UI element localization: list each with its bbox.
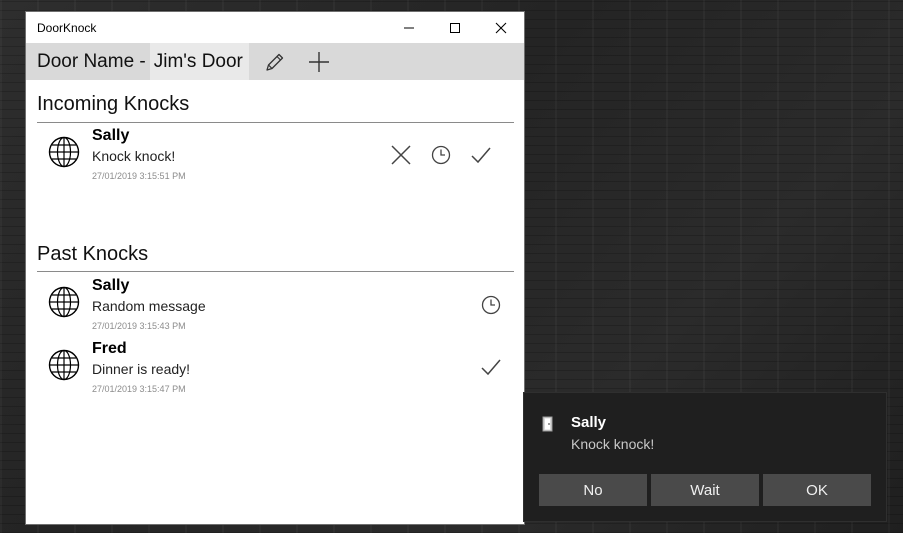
- divider: [37, 122, 514, 123]
- door-icon: [542, 416, 553, 432]
- minimize-icon: [404, 27, 414, 28]
- clock-icon: [431, 145, 451, 165]
- door-name-field[interactable]: Jim's Door: [149, 43, 249, 80]
- close-icon: [391, 145, 411, 165]
- knock-message: Random message: [92, 298, 206, 314]
- past-knock-item: Fred Dinner is ready! 27/01/2019 3:15:47…: [26, 337, 524, 397]
- plus-icon: [308, 51, 329, 72]
- door-toolbar: Door Name - Jim's Door: [26, 43, 524, 80]
- check-icon: [471, 147, 491, 164]
- toast-wait-button[interactable]: Wait: [651, 474, 759, 506]
- incoming-heading: Incoming Knocks: [37, 93, 190, 115]
- toast-title: Sally: [571, 414, 607, 431]
- globe-icon: [48, 286, 80, 318]
- sender-name: Sally: [92, 277, 130, 294]
- check-icon: [481, 359, 501, 376]
- minimize-button[interactable]: [386, 12, 432, 43]
- maximize-icon: [450, 22, 460, 33]
- edit-door-button[interactable]: [253, 43, 297, 80]
- close-window-button[interactable]: [478, 12, 524, 43]
- divider: [37, 271, 514, 272]
- toast-ok-button[interactable]: OK: [763, 474, 871, 506]
- pencil-icon: [266, 53, 284, 71]
- clock-icon: [481, 295, 501, 315]
- status-indicator: [477, 353, 505, 381]
- past-heading: Past Knocks: [37, 243, 149, 265]
- window-title: DoorKnock: [37, 20, 97, 35]
- toast-notification[interactable]: Sally Knock knock! No Wait OK: [523, 392, 887, 522]
- reject-knock-button[interactable]: [387, 141, 415, 169]
- knock-timestamp: 27/01/2019 3:15:43 PM: [92, 321, 186, 331]
- knock-message: Knock knock!: [92, 148, 176, 164]
- incoming-knock-item: Sally Knock knock! 27/01/2019 3:15:51 PM: [26, 124, 524, 184]
- door-name-label: Door Name -: [37, 50, 146, 72]
- knock-timestamp: 27/01/2019 3:15:47 PM: [92, 384, 186, 394]
- app-window: DoorKnock Door Name - Jim's Door Incomin…: [25, 11, 525, 525]
- toast-message: Knock knock!: [571, 436, 655, 452]
- sender-name: Fred: [92, 340, 127, 357]
- status-indicator: [477, 291, 505, 319]
- close-icon: [495, 22, 507, 33]
- knock-timestamp: 27/01/2019 3:15:51 PM: [92, 171, 186, 181]
- title-bar[interactable]: DoorKnock: [26, 12, 524, 43]
- globe-icon: [48, 136, 80, 168]
- maximize-button[interactable]: [432, 12, 478, 43]
- past-knock-item: Sally Random message 27/01/2019 3:15:43 …: [26, 274, 524, 334]
- sender-name: Sally: [92, 127, 130, 144]
- accept-knock-button[interactable]: [467, 141, 495, 169]
- knock-message: Dinner is ready!: [92, 361, 191, 377]
- wait-knock-button[interactable]: [427, 141, 455, 169]
- add-door-button[interactable]: [297, 43, 341, 80]
- toast-no-button[interactable]: No: [539, 474, 647, 506]
- globe-icon: [48, 349, 80, 381]
